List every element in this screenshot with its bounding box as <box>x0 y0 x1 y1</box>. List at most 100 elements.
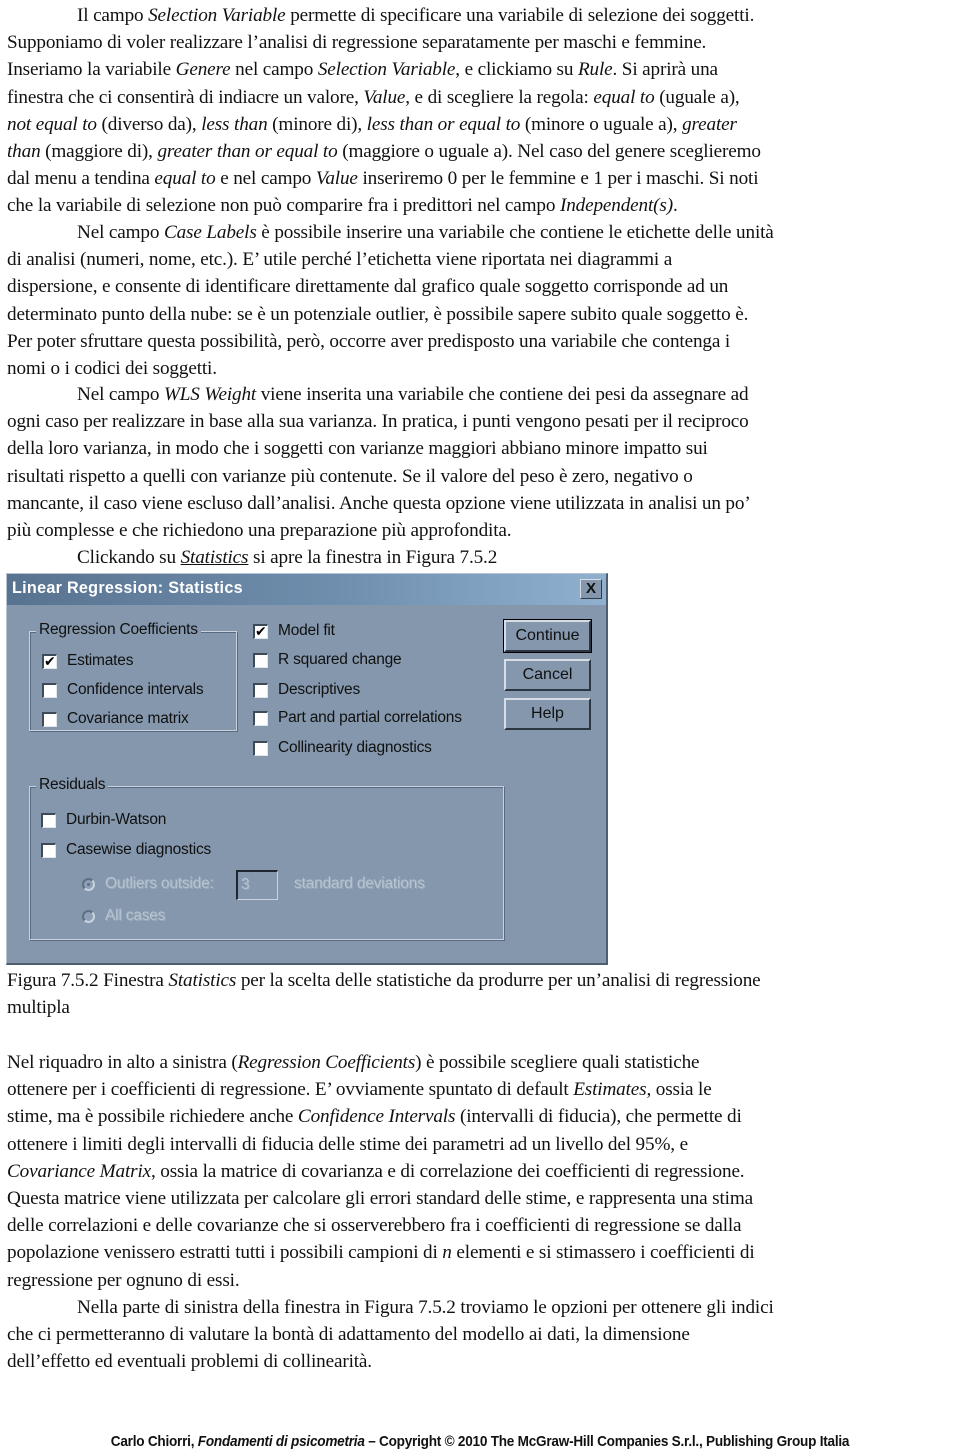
emphasis-text: Selection Variable <box>148 5 286 26</box>
text-line: determinato punto della nube: se è un po… <box>7 301 959 328</box>
emphasis-text: Statistics <box>180 547 249 568</box>
estimates-checkbox[interactable]: ✔ Estimates <box>42 652 133 670</box>
checkbox-box[interactable]: ✔ <box>42 652 57 669</box>
descriptives-checkbox[interactable]: Descriptives <box>253 681 360 699</box>
text-run: (minore o uguale a), <box>520 113 683 135</box>
checkbox-box[interactable] <box>42 682 57 698</box>
emphasis-text: equal to <box>154 168 216 190</box>
model-fit-label: Model fit <box>278 622 335 639</box>
paragraph-wls-weight: Nel campo WLS Weight viene inserita una … <box>7 381 959 544</box>
close-button[interactable]: X <box>580 579 602 599</box>
cancel-button[interactable]: Cancel <box>504 659 591 691</box>
text-line: ottenere i limiti degli intervalli di fi… <box>7 1131 959 1158</box>
r-squared-change-checkbox[interactable]: R squared change <box>253 651 402 669</box>
checkbox-box[interactable] <box>253 740 268 756</box>
text-run: Inseriamo la variabile <box>7 59 176 81</box>
text-run: dell’effetto ed eventuali problemi di co… <box>7 1351 372 1373</box>
help-button[interactable]: Help <box>504 698 591 730</box>
text-line: dispersione, e consente di identificare … <box>7 273 959 300</box>
model-fit-checkbox[interactable]: ✔ Model fit <box>253 622 335 640</box>
standard-deviations-label: standard deviations <box>294 875 425 893</box>
text-run: (diverso da), <box>96 113 202 135</box>
text-run: ottenere per i coefficienti di regressio… <box>7 1079 574 1101</box>
text-line: Questa matrice viene utilizzata per calc… <box>7 1185 959 1212</box>
text-run: , e di scegliere la regola: <box>405 86 594 108</box>
checkbox-box[interactable] <box>41 842 56 858</box>
emphasis-text: Case Labels <box>163 222 257 243</box>
text-run: risultati rispetto a quelli con varianze… <box>7 465 693 487</box>
statistics-dialog: Linear Regression: Statistics X Regressi… <box>6 573 608 965</box>
text-line: Per poter sfruttare questa possibilità, … <box>7 328 959 355</box>
part-partial-correlations-checkbox[interactable]: Part and partial correlations <box>253 709 462 727</box>
emphasis-text: not equal to <box>7 113 97 135</box>
text-line: multipla <box>7 994 959 1021</box>
text-line: Inseriamo la variabile Genere nel campo … <box>7 56 959 83</box>
emphasis-text: Selection Variable <box>317 59 456 81</box>
emphasis-text: Confidence Intervals <box>297 1106 456 1128</box>
checkbox-box[interactable] <box>253 682 268 698</box>
emphasis-text: Statistics <box>168 970 237 991</box>
text-line: della loro varianza, in modo che i sogge… <box>7 435 959 462</box>
durbin-watson-checkbox[interactable]: Durbin-Watson <box>41 811 166 829</box>
confidence-intervals-checkbox[interactable]: Confidence intervals <box>42 681 204 699</box>
checkbox-box[interactable] <box>41 812 56 828</box>
text-line: Covariance Matrix, ossia la matrice di c… <box>7 1158 959 1185</box>
text-run: Questa matrice viene utilizzata per calc… <box>7 1187 753 1209</box>
outliers-outside-radio[interactable]: Outliers outside: <box>82 875 214 893</box>
collinearity-diagnostics-label: Collinearity diagnostics <box>278 739 432 756</box>
text-run: per la scelta delle statistiche da produ… <box>236 970 761 991</box>
text-run: , e clickiamo su <box>455 59 578 81</box>
checkbox-box[interactable]: ✔ <box>253 622 268 639</box>
figure-caption: Figura 7.5.2 Finestra Statistics per la … <box>7 967 959 1021</box>
checkbox-box[interactable] <box>42 711 57 727</box>
dialog-title-bar[interactable]: Linear Regression: Statistics X <box>7 574 606 605</box>
text-line: dal menu a tendina equal to e nel campo … <box>7 165 959 192</box>
residuals-group: Residuals Durbin-Watson Casewise diagnos… <box>29 776 504 940</box>
text-line: Supponiamo di voler realizzare l’analisi… <box>7 29 959 56</box>
text-line: di analisi (numeri, nome, etc.). E’ util… <box>7 246 959 273</box>
check-icon: ✔ <box>255 622 267 639</box>
text-line: ogni caso per realizzare in base alla su… <box>7 408 959 435</box>
casewise-diagnostics-checkbox[interactable]: Casewise diagnostics <box>41 841 211 859</box>
part-partial-correlations-label: Part and partial correlations <box>278 709 462 726</box>
text-run: Nella parte di sinistra della finestra i… <box>77 1297 774 1318</box>
estimates-label: Estimates <box>67 652 134 669</box>
paragraph-case-labels: Nel campo Case Labels è possibile inseri… <box>7 219 959 382</box>
emphasis-text: Genere <box>175 59 231 81</box>
text-line: che ci permetteranno di valutare la bont… <box>7 1321 959 1348</box>
check-icon: ✔ <box>44 652 56 669</box>
text-run: Clickando su <box>77 547 181 568</box>
durbin-watson-label: Durbin-Watson <box>66 811 167 828</box>
text-line: Nel campo WLS Weight viene inserita una … <box>7 381 959 408</box>
casewise-diagnostics-label: Casewise diagnostics <box>66 841 212 858</box>
covariance-matrix-checkbox[interactable]: Covariance matrix <box>42 710 189 728</box>
collinearity-diagnostics-checkbox[interactable]: Collinearity diagnostics <box>253 739 432 757</box>
emphasis-text: Value <box>315 168 358 190</box>
text-run: . Si aprirà una <box>612 59 719 81</box>
paragraph-regression-coefficients: Nel riquadro in alto a sinistra (Regress… <box>7 1049 959 1294</box>
text-run: mancante, il caso viene escluso dall’ana… <box>7 492 751 514</box>
all-cases-label: All cases <box>105 907 166 924</box>
emphasis-text: than <box>7 140 41 162</box>
page-footer: Carlo Chiorri, Fondamenti di psicometria… <box>34 1434 927 1450</box>
emphasis-text: Rule <box>577 59 613 81</box>
continue-button[interactable]: Continue <box>503 619 592 653</box>
text-run: permette di specificare una variabile di… <box>285 5 755 26</box>
emphasis-text: greater <box>682 113 737 135</box>
text-run: ) è possibile scegliere quali statistich… <box>415 1052 700 1073</box>
checkbox-box[interactable] <box>253 652 268 668</box>
descriptives-label: Descriptives <box>278 681 361 698</box>
text-run: Per poter sfruttare questa possibilità, … <box>7 330 731 352</box>
text-run: regressione per ognuno di essi. <box>7 1269 240 1291</box>
emphasis-text: n <box>442 1242 452 1264</box>
text-line: Il campo Selection Variable permette di … <box>7 2 959 29</box>
text-run: delle correlazioni e delle covarianze ch… <box>7 1215 742 1237</box>
text-run: nomi o i codici dei soggetti. <box>7 357 217 379</box>
all-cases-radio[interactable]: All cases <box>82 907 165 925</box>
checkbox-box[interactable] <box>253 710 268 726</box>
text-run: (uguale a), <box>654 86 740 108</box>
outliers-sd-input[interactable]: 3 <box>236 870 278 900</box>
r-squared-change-label: R squared change <box>278 651 402 668</box>
text-line: mancante, il caso viene escluso dall’ana… <box>7 490 959 517</box>
emphasis-text: less than or equal to <box>366 113 521 135</box>
